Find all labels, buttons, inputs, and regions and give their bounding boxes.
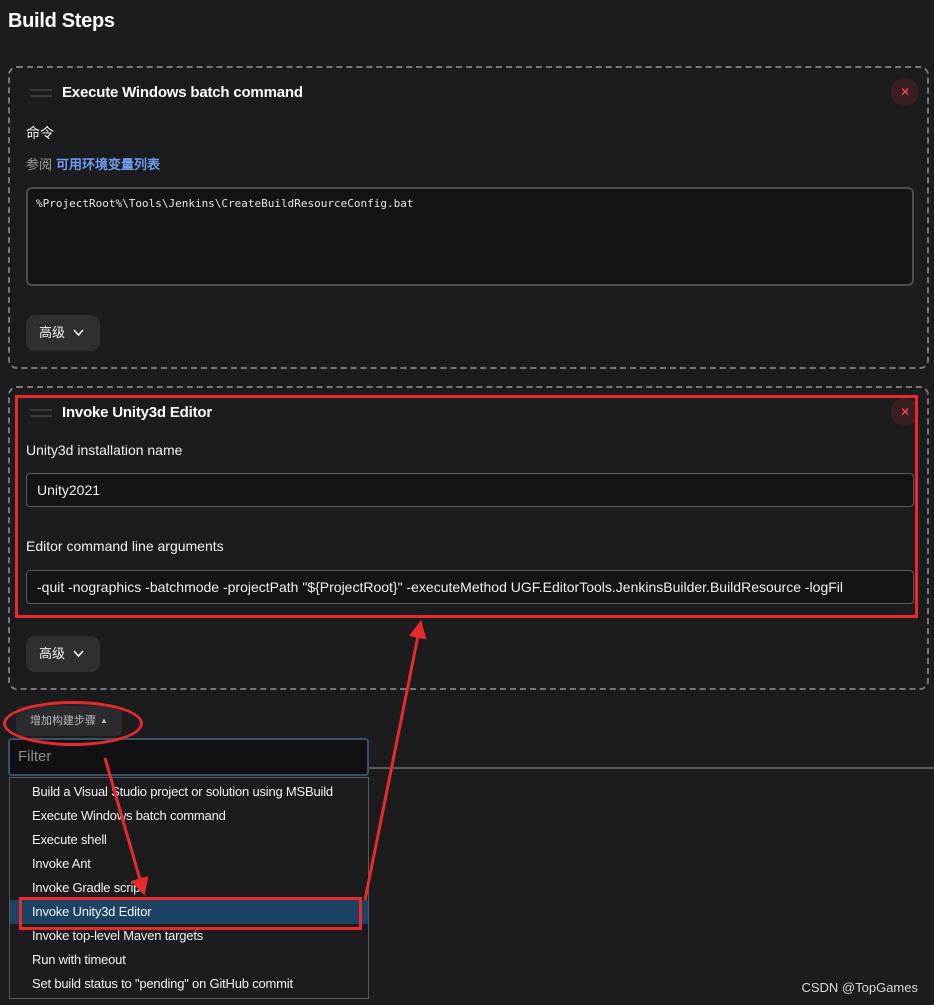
arrow-to-unity-step: [363, 620, 427, 901]
watermark: CSDN @TopGames: [801, 980, 918, 995]
arrow-to-menu-item: [103, 757, 149, 896]
annotation-arrows: [103, 620, 427, 901]
